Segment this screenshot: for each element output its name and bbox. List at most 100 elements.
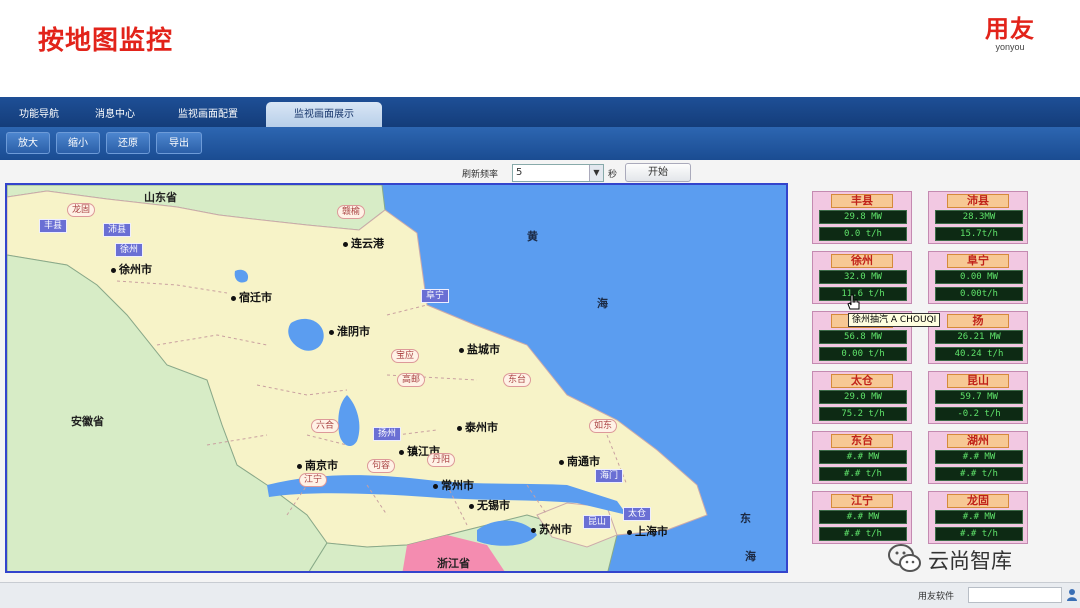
city-dot-icon — [459, 347, 464, 353]
city-dot-icon — [457, 425, 462, 431]
station-card-name: 东台 — [831, 434, 893, 448]
station-tag-taicang[interactable]: 太仓 — [623, 507, 652, 521]
station-card-power: #.# MW — [935, 450, 1023, 464]
station-cards-panel: 丰县 29.8 MW 0.0 t/h 沛县 28.3MW 15.7t/h 徐州 32.0 … — [812, 191, 1052, 571]
station-card[interactable]: 龙固 #.# MW #.# t/h — [928, 491, 1028, 544]
city-dot-icon — [627, 529, 632, 535]
city-dot-icon — [329, 329, 334, 335]
station-card-steam: 15.7t/h — [935, 227, 1023, 241]
city-shanghai: 上海市 — [627, 523, 668, 539]
station-card-name: 龙固 — [947, 494, 1009, 508]
city-label: 宿迁市 — [239, 291, 272, 304]
tab-message-center[interactable]: 消息中心 — [84, 102, 146, 127]
tab-function-nav[interactable]: 功能导航 — [8, 102, 70, 127]
city-huaiyin: 淮阴市 — [329, 323, 370, 339]
zoom-in-button[interactable]: 放大 — [6, 132, 50, 154]
station-card[interactable]: 昆山 59.7 MW -0.2 t/h — [928, 371, 1028, 424]
city-label: 淮阴市 — [337, 325, 370, 338]
station-tag-haimen[interactable]: 海门 — [595, 469, 624, 483]
city-label: 南京市 — [305, 459, 338, 472]
station-card-steam: -0.2 t/h — [935, 407, 1023, 421]
station-card-power: 28.3MW — [935, 210, 1023, 224]
restore-button[interactable]: 还原 — [106, 132, 150, 154]
city-label: 南通市 — [567, 455, 600, 468]
city-dot-icon — [297, 463, 302, 469]
tab-monitor-config[interactable]: 监视画面配置 — [166, 102, 250, 127]
chevron-down-icon[interactable]: ▼ — [589, 165, 603, 181]
station-tag-longgu[interactable]: 龙固 — [67, 203, 96, 217]
station-tag-dongtai[interactable]: 东台 — [503, 373, 532, 387]
station-tag-rudong[interactable]: 如东 — [589, 419, 618, 433]
export-button[interactable]: 导出 — [156, 132, 202, 154]
logo-subtext: yonyou — [995, 42, 1025, 52]
tab-monitor-display[interactable]: 监视画面展示 — [266, 102, 382, 127]
city-nanjing: 南京市 — [297, 457, 338, 473]
station-card-name: 湖州 — [947, 434, 1009, 448]
station-card-steam: #.# t/h — [935, 467, 1023, 481]
monitor-map[interactable]: 山东省 安徽省 浙江省 黄 海 东 海 连云港 宿迁市 徐州市 淮阴市 盐城市 … — [5, 183, 788, 573]
station-tooltip: 徐州抽汽 A CHOUQI — [848, 313, 941, 327]
station-tag-peixian[interactable]: 沛县 — [103, 223, 132, 237]
station-tag-yangzhou[interactable]: 扬州 — [373, 427, 402, 441]
station-card-steam: 0.00t/h — [935, 287, 1023, 301]
station-card-power: 29.8 MW — [819, 210, 907, 224]
station-tag-jurong[interactable]: 句容 — [367, 459, 396, 473]
station-card-steam: #.# t/h — [819, 527, 907, 541]
city-wuxi: 无锡市 — [469, 497, 510, 513]
status-field — [968, 587, 1062, 603]
wechat-icon — [888, 544, 921, 572]
station-card[interactable]: 太仓 29.0 MW 75.2 t/h — [812, 371, 912, 424]
station-tag-danyang[interactable]: 丹阳 — [427, 453, 456, 467]
station-card[interactable]: 江宁 #.# MW #.# t/h — [812, 491, 912, 544]
city-suqian: 宿迁市 — [231, 289, 272, 305]
sea-label-huang: 黄 — [527, 230, 538, 243]
refresh-frequency-value: 5 — [516, 167, 523, 178]
start-button[interactable]: 开始 — [625, 163, 691, 182]
station-tag-fengxian[interactable]: 丰县 — [39, 219, 68, 233]
station-card-name: 阜宁 — [947, 254, 1009, 268]
city-nantong: 南通市 — [559, 453, 600, 469]
city-label: 盐城市 — [467, 343, 500, 356]
city-dot-icon — [433, 483, 438, 489]
station-tag-ganyu[interactable]: 赣榆 — [337, 205, 366, 219]
station-card[interactable]: 丰县 29.8 MW 0.0 t/h — [812, 191, 912, 244]
refresh-frequency-select[interactable]: 5 ▼ — [512, 164, 604, 182]
station-card-power: #.# MW — [819, 510, 907, 524]
station-card-name: 昆山 — [947, 374, 1009, 388]
station-card[interactable]: 沛县 28.3MW 15.7t/h — [928, 191, 1028, 244]
zoom-out-button[interactable]: 缩小 — [56, 132, 100, 154]
user-icon[interactable] — [1066, 588, 1078, 602]
city-dot-icon — [231, 295, 236, 301]
station-tag-luhe[interactable]: 六合 — [311, 419, 340, 433]
station-card[interactable]: 东台 #.# MW #.# t/h — [812, 431, 912, 484]
station-card-steam: 75.2 t/h — [819, 407, 907, 421]
station-card-power: 32.0 MW — [819, 270, 907, 284]
city-lianyungang: 连云港 — [343, 235, 384, 251]
status-bar: 用友软件 — [0, 582, 1080, 608]
sea-label-hai-2: 海 — [745, 550, 756, 563]
watermark-text: 云尚智库 — [928, 549, 1012, 573]
city-dot-icon — [399, 449, 404, 455]
city-label: 苏州市 — [539, 523, 572, 536]
station-card[interactable]: 徐州 32.0 MW 11.6 t/h — [812, 251, 912, 304]
region-label-zhejiang: 浙江省 — [437, 557, 470, 570]
city-dot-icon — [469, 503, 474, 509]
station-tag-gaoyou[interactable]: 高邮 — [397, 373, 426, 387]
city-label: 上海市 — [635, 525, 668, 538]
station-tag-baoying[interactable]: 宝应 — [391, 349, 420, 363]
station-tag-kunshan[interactable]: 昆山 — [583, 515, 612, 529]
station-card[interactable]: 湖州 #.# MW #.# t/h — [928, 431, 1028, 484]
city-xuzhou: 徐州市 — [111, 261, 152, 277]
city-yancheng: 盐城市 — [459, 341, 500, 357]
station-tag-xuzhou[interactable]: 徐州 — [115, 243, 144, 257]
station-tag-funing[interactable]: 阜宁 — [421, 289, 450, 303]
station-card-name: 扬 — [947, 314, 1009, 328]
city-label: 泰州市 — [465, 421, 498, 434]
city-label: 徐州市 — [119, 263, 152, 276]
station-tag-jiangning[interactable]: 江宁 — [299, 473, 328, 487]
region-label-shandong: 山东省 — [144, 191, 177, 204]
station-card[interactable]: 扬 26.21 MW 40.24 t/h — [928, 311, 1028, 364]
station-card[interactable]: 阜宁 0.00 MW 0.00t/h — [928, 251, 1028, 304]
station-card-power: 26.21 MW — [935, 330, 1023, 344]
seconds-unit-label: 秒 — [608, 170, 618, 180]
